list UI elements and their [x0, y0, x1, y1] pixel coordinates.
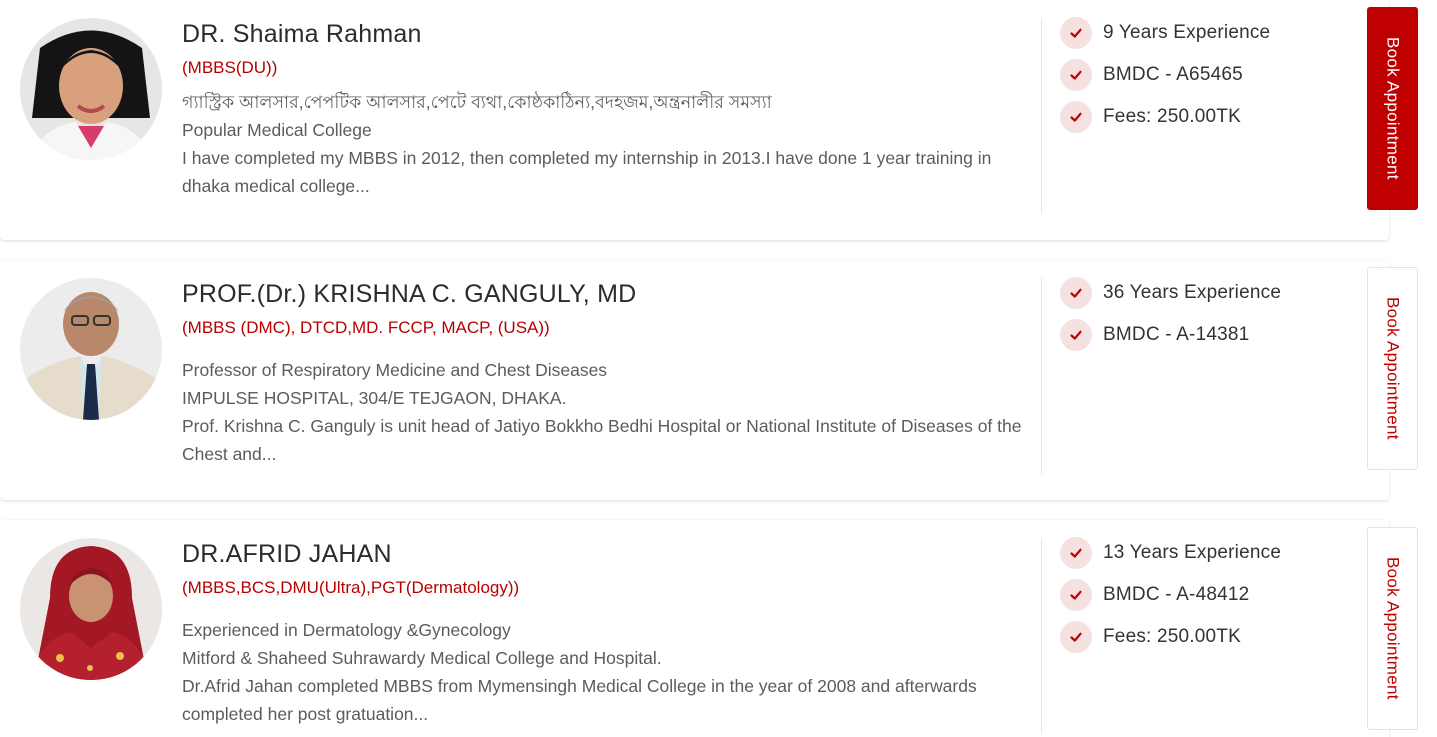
stat-text: BMDC - A65465 — [1103, 64, 1243, 85]
doctor-list: DR. Shaima Rahman (MBBS(DU)) গ্যাস্ট্রিক… — [0, 0, 1437, 737]
doctor-specialty: Professor of Respiratory Medicine and Ch… — [182, 360, 608, 380]
stat-text: 36 Years Experience — [1103, 282, 1282, 303]
check-icon — [1060, 101, 1092, 133]
doctor-specialty: Experienced in Dermatology &Gynecology — [182, 620, 511, 640]
stat-text: 9 Years Experience — [1103, 22, 1271, 43]
doctor-photo-icon — [20, 278, 162, 420]
doctor-avatar[interactable] — [20, 18, 162, 160]
doctor-info: PROF.(Dr.) KRISHNA C. GANGULY, MD (MBBS … — [182, 278, 1027, 468]
doctor-name[interactable]: DR.AFRID JAHAN — [182, 538, 1027, 570]
check-icon — [1060, 59, 1092, 91]
check-icon — [1060, 319, 1092, 351]
doctor-name[interactable]: DR. Shaima Rahman — [182, 18, 1027, 50]
stat-experience: 36 Years Experience — [1060, 277, 1350, 309]
check-icon — [1060, 277, 1092, 309]
stat-text: BMDC - A-48412 — [1103, 584, 1250, 605]
doctor-stats: 13 Years Experience BMDC - A-48412 Fees:… — [1060, 537, 1350, 663]
doctor-description: I have completed my MBBS in 2012, then c… — [182, 148, 992, 196]
book-appointment-label: Book Appointment — [1383, 297, 1403, 440]
check-icon — [1060, 579, 1092, 611]
stat-text: Fees: 250.00TK — [1103, 106, 1241, 127]
doctor-degree: (MBBS,BCS,DMU(Ultra),PGT(Dermatology)) — [182, 578, 520, 597]
doctor-avatar[interactable] — [20, 278, 162, 420]
divider — [1041, 538, 1042, 734]
stat-text: Fees: 250.00TK — [1103, 626, 1241, 647]
doctor-photo-icon — [20, 538, 162, 680]
stat-fees: Fees: 250.00TK — [1060, 101, 1350, 133]
book-appointment-label: Book Appointment — [1383, 557, 1403, 700]
divider — [1041, 18, 1042, 214]
doctor-description: Prof. Krishna C. Ganguly is unit head of… — [182, 416, 1022, 464]
doctor-card[interactable]: PROF.(Dr.) KRISHNA C. GANGULY, MD (MBBS … — [0, 260, 1389, 500]
doctor-hospital: Popular Medical College — [182, 120, 372, 140]
stat-bmdc: BMDC - A-14381 — [1060, 319, 1350, 351]
stat-experience: 9 Years Experience — [1060, 17, 1350, 49]
doctor-hospital: IMPULSE HOSPITAL, 304/E TEJGAON, DHAKA. — [182, 388, 567, 408]
doctor-photo-icon — [20, 18, 162, 160]
doctor-info: DR.AFRID JAHAN (MBBS,BCS,DMU(Ultra),PGT(… — [182, 538, 1027, 728]
stat-bmdc: BMDC - A-48412 — [1060, 579, 1350, 611]
doctor-avatar[interactable] — [20, 538, 162, 680]
doctor-degree: (MBBS (DMC), DTCD,MD. FCCP, MACP, (USA)) — [182, 318, 550, 337]
book-appointment-button[interactable]: Book Appointment — [1367, 527, 1418, 730]
check-icon — [1060, 621, 1092, 653]
doctor-info: DR. Shaima Rahman (MBBS(DU)) গ্যাস্ট্রিক… — [182, 18, 1027, 200]
doctor-card[interactable]: DR. Shaima Rahman (MBBS(DU)) গ্যাস্ট্রিক… — [0, 0, 1389, 240]
doctor-stats: 36 Years Experience BMDC - A-14381 — [1060, 277, 1350, 361]
book-appointment-label: Book Appointment — [1383, 37, 1403, 180]
stat-fees: Fees: 250.00TK — [1060, 621, 1350, 653]
check-icon — [1060, 17, 1092, 49]
doctor-name[interactable]: PROF.(Dr.) KRISHNA C. GANGULY, MD — [182, 278, 1027, 310]
stat-bmdc: BMDC - A65465 — [1060, 59, 1350, 91]
check-icon — [1060, 537, 1092, 569]
book-appointment-button[interactable]: Book Appointment — [1367, 7, 1418, 210]
doctor-description: Dr.Afrid Jahan completed MBBS from Mymen… — [182, 676, 977, 724]
doctor-card[interactable]: DR.AFRID JAHAN (MBBS,BCS,DMU(Ultra),PGT(… — [0, 520, 1389, 737]
divider — [1041, 278, 1042, 474]
stat-experience: 13 Years Experience — [1060, 537, 1350, 569]
doctor-hospital: Mitford & Shaheed Suhrawardy Medical Col… — [182, 648, 662, 668]
doctor-specialty: গ্যাস্ট্রিক আলসার,পেপটিক আলসার,পেটে ব্যথ… — [182, 92, 772, 112]
stat-text: 13 Years Experience — [1103, 542, 1282, 563]
stat-text: BMDC - A-14381 — [1103, 324, 1250, 345]
doctor-stats: 9 Years Experience BMDC - A65465 Fees: 2… — [1060, 17, 1350, 143]
book-appointment-button[interactable]: Book Appointment — [1367, 267, 1418, 470]
doctor-degree: (MBBS(DU)) — [182, 58, 278, 77]
